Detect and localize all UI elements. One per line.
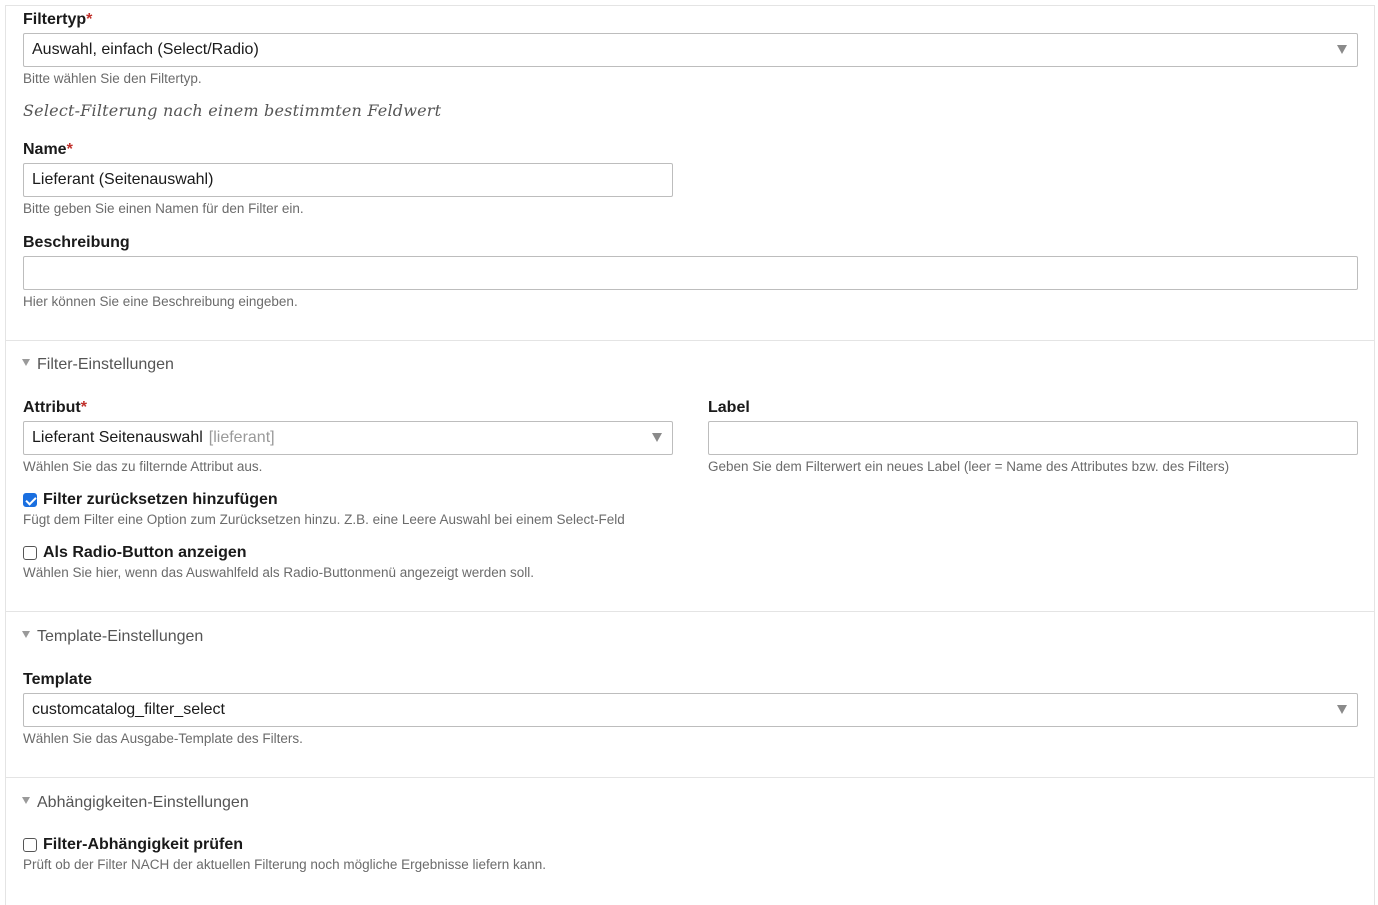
name-label: Name* xyxy=(23,141,73,159)
attribut-select-value: Lieferant Seitenauswahl xyxy=(32,429,203,446)
label-field-help: Geben Sie dem Filterwert ein neues Label… xyxy=(708,459,1230,474)
filtertyp-label: Filtertyp* xyxy=(23,11,92,29)
filtertyp-select[interactable]: Auswahl, einfach (Select/Radio) xyxy=(23,33,1358,67)
template-select-value: customcatalog_filter_select xyxy=(32,701,225,718)
label-field-label: Label xyxy=(708,399,750,416)
filtertyp-help: Bitte wählen Sie den Filtertyp. xyxy=(23,71,202,86)
form-panel xyxy=(5,5,1375,905)
radio-button-checkbox[interactable] xyxy=(23,546,37,560)
section-toggle-template-settings[interactable]: Template-Einstellungen xyxy=(22,628,203,646)
reset-checkbox[interactable] xyxy=(23,493,37,507)
section-toggle-filter-settings[interactable]: Filter-Einstellungen xyxy=(22,356,174,374)
triangle-down-icon xyxy=(22,359,30,367)
template-help: Wählen Sie das Ausgabe-Template des Filt… xyxy=(23,731,303,746)
attribut-label: Attribut* xyxy=(23,399,87,417)
chevron-down-icon xyxy=(1337,705,1347,714)
section-title-filter-settings: Filter-Einstellungen xyxy=(37,356,174,373)
section-divider xyxy=(5,777,1375,778)
required-mark: * xyxy=(66,141,73,158)
triangle-down-icon xyxy=(22,797,30,805)
chevron-down-icon xyxy=(652,433,662,442)
section-toggle-dependency-settings[interactable]: Abhängigkeiten-Einstellungen xyxy=(22,794,249,812)
required-mark: * xyxy=(86,11,93,28)
section-divider xyxy=(5,340,1375,341)
attribut-help: Wählen Sie das zu filternde Attribut aus… xyxy=(23,459,263,474)
name-label-text: Name xyxy=(23,141,67,158)
attribut-select-key: [lieferant] xyxy=(208,429,275,446)
reset-help: Fügt dem Filter eine Option zum Zurückse… xyxy=(23,512,625,527)
triangle-down-icon xyxy=(22,631,30,639)
required-mark: * xyxy=(80,399,87,416)
attribut-label-text: Attribut xyxy=(23,399,81,416)
template-label: Template xyxy=(23,671,93,688)
reset-checkbox-label[interactable]: Filter zurücksetzen hinzufügen xyxy=(43,491,278,509)
section-divider xyxy=(5,611,1375,612)
attribut-select[interactable]: Lieferant Seitenauswahl [lieferant] xyxy=(23,421,673,455)
dependency-help: Prüft ob der Filter NACH der aktuellen F… xyxy=(23,857,547,872)
beschreibung-input[interactable] xyxy=(23,256,1358,290)
chevron-down-icon xyxy=(1337,45,1347,54)
name-input-value: Lieferant (Seitenauswahl) xyxy=(32,171,214,188)
filtertyp-select-value: Auswahl, einfach (Select/Radio) xyxy=(32,41,259,58)
label-input[interactable] xyxy=(708,421,1358,455)
name-help: Bitte geben Sie einen Namen für den Filt… xyxy=(23,201,304,216)
filtertyp-description: Select-Filterung nach einem bestimmten F… xyxy=(23,101,442,120)
template-select[interactable]: customcatalog_filter_select xyxy=(23,693,1358,727)
section-title-template-settings: Template-Einstellungen xyxy=(37,628,204,645)
dependency-checkbox[interactable] xyxy=(23,838,37,852)
radio-button-help: Wählen Sie hier, wenn das Auswahlfeld al… xyxy=(23,565,535,580)
filtertyp-label-text: Filtertyp xyxy=(23,11,87,28)
beschreibung-label: Beschreibung xyxy=(23,234,130,251)
radio-button-checkbox-label[interactable]: Als Radio-Button anzeigen xyxy=(43,544,247,562)
beschreibung-help: Hier können Sie eine Beschreibung eingeb… xyxy=(23,294,298,309)
section-title-dependency-settings: Abhängigkeiten-Einstellungen xyxy=(37,794,249,811)
name-input[interactable]: Lieferant (Seitenauswahl) xyxy=(23,163,673,197)
dependency-checkbox-label[interactable]: Filter-Abhängigkeit prüfen xyxy=(43,836,243,854)
